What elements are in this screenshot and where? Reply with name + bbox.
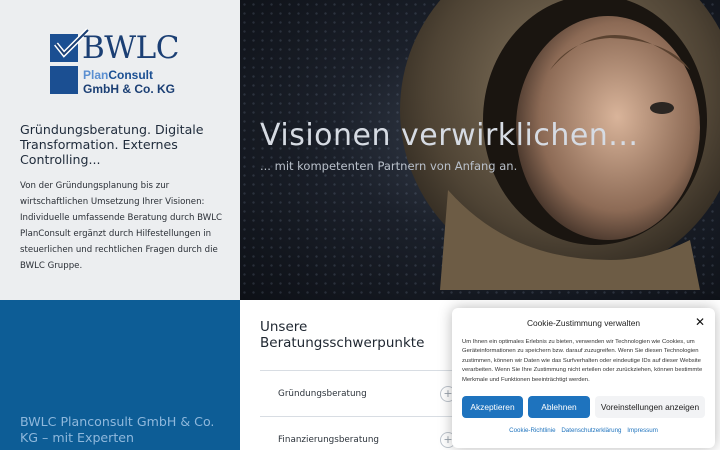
intro-panel: BWLC PlanConsult GmbH & Co. KG Gründungs… — [0, 0, 240, 300]
cookie-policy-link[interactable]: Cookie-Richtlinie — [509, 427, 555, 434]
logo[interactable]: BWLC PlanConsult GmbH & Co. KG — [50, 28, 195, 98]
accept-button[interactable]: Akzeptieren — [462, 396, 523, 418]
logo-subtitle: PlanConsult — [83, 68, 153, 82]
hero-subtitle: ... mit kompetenten Partnern von Anfang … — [260, 159, 518, 173]
cookie-dialog-text: Um Ihnen ein optimales Erlebnis zu biete… — [462, 339, 703, 383]
hero-title: Visionen verwirklichen... — [260, 118, 639, 153]
privacy-policy-link[interactable]: Datenschutzerklärung — [561, 427, 621, 434]
cookie-consent-dialog: Cookie-Zustimmung verwalten ✕ Um Ihnen e… — [452, 308, 715, 448]
logo-square-bottom — [50, 66, 78, 94]
company-title: BWLC Planconsult GmbH & Co. KG – mit Exp… — [20, 414, 215, 445]
service-item-gruendungsberatung[interactable]: Gründungsberatung + — [260, 370, 460, 416]
services-title: Unsere Beratungsschwerpunkte — [260, 319, 425, 351]
service-item-label: Finanzierungsberatung — [278, 435, 380, 445]
imprint-link[interactable]: Impressum — [627, 427, 658, 434]
service-item-finanzierungsberatung[interactable]: Finanzierungsberatung + — [260, 416, 460, 450]
tagline: Gründungsberatung. Digitale Transformati… — [20, 122, 204, 167]
hero-banner: Visionen verwirklichen... ... mit kompet… — [240, 0, 720, 300]
preferences-button[interactable]: Voreinstellungen anzeigen — [595, 396, 705, 418]
service-item-label: Gründungsberatung — [278, 389, 367, 399]
cookie-dialog-title: Cookie-Zustimmung verwalten — [526, 318, 641, 328]
intro-text: Von der Gründungsplanung bis zur wirtsch… — [20, 181, 223, 271]
logo-subtitle-highlight: Plan — [83, 68, 109, 82]
company-panel: BWLC Planconsult GmbH & Co. KG – mit Exp… — [0, 300, 240, 450]
logo-title: BWLC — [82, 30, 179, 66]
close-icon[interactable]: ✕ — [695, 315, 705, 329]
logo-legal-form: GmbH & Co. KG — [83, 82, 175, 96]
logo-subtitle-rest: Consult — [108, 68, 154, 82]
deny-button[interactable]: Ablehnen — [528, 396, 590, 418]
cookie-links: Cookie-Richtlinie Datenschutzerklärung I… — [452, 427, 715, 434]
